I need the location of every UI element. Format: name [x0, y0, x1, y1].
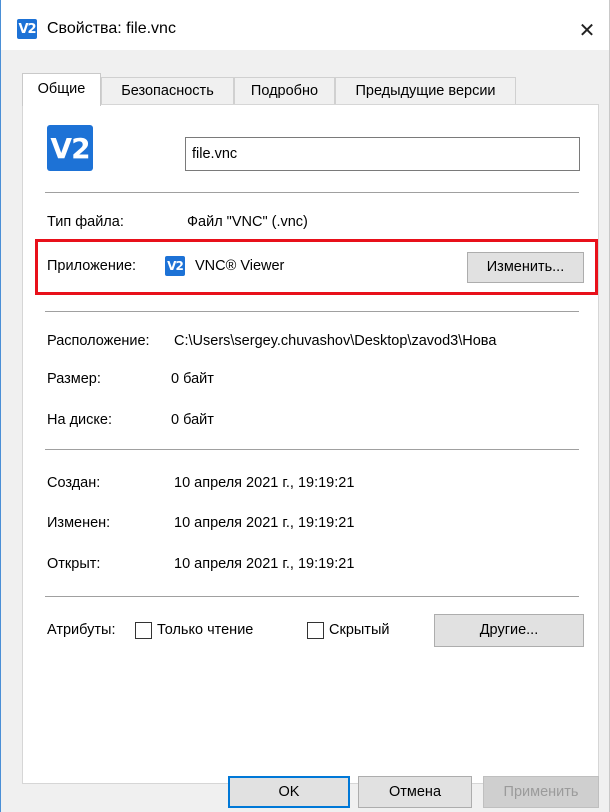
separator: [45, 449, 579, 450]
close-button[interactable]: ✕: [567, 16, 607, 44]
file-type-value: Файл "VNC" (.vnc): [187, 214, 308, 230]
application-value: VNC® Viewer: [195, 258, 285, 274]
attributes-label: Атрибуты:: [47, 622, 116, 638]
ok-button[interactable]: OK: [228, 776, 350, 808]
location-label: Расположение:: [47, 333, 150, 349]
separator: [45, 596, 579, 597]
apply-button[interactable]: Применить: [483, 776, 599, 808]
cancel-button[interactable]: Отмена: [358, 776, 472, 808]
readonly-checkbox[interactable]: [135, 622, 152, 639]
readonly-label: Только чтение: [157, 622, 254, 638]
vnc-file-icon: V2: [47, 125, 93, 171]
vnc-viewer-icon: V2: [165, 256, 185, 276]
separator: [45, 192, 579, 193]
tab-general[interactable]: Общие: [22, 73, 101, 106]
size-label: Размер:: [47, 371, 101, 387]
tab-security[interactable]: Безопасность: [101, 77, 234, 104]
accessed-label: Открыт:: [47, 556, 101, 572]
modified-value: 10 апреля 2021 г., 19:19:21: [174, 515, 355, 531]
file-name-input[interactable]: [185, 137, 580, 171]
on-disk-value: 0 байт: [171, 412, 214, 428]
file-type-label: Тип файла:: [47, 214, 124, 230]
tab-previous-versions[interactable]: Предыдущие версии: [335, 77, 516, 104]
other-attributes-button[interactable]: Другие...: [434, 614, 584, 647]
size-value: 0 байт: [171, 371, 214, 387]
modified-label: Изменен:: [47, 515, 111, 531]
title-bar[interactable]: V2 Свойства: file.vnc ✕: [1, 0, 609, 50]
hidden-label: Скрытый: [329, 622, 390, 638]
vnc-logo-icon: V2: [17, 19, 37, 39]
window-title: Свойства: file.vnc: [47, 20, 176, 37]
tab-details[interactable]: Подробно: [234, 77, 335, 104]
accessed-value: 10 апреля 2021 г., 19:19:21: [174, 556, 355, 572]
general-tab-panel: [22, 104, 599, 784]
created-value: 10 апреля 2021 г., 19:19:21: [174, 475, 355, 491]
separator: [45, 311, 579, 312]
hidden-checkbox[interactable]: [307, 622, 324, 639]
location-value: C:\Users\sergey.chuvashov\Desktop\zavod3…: [174, 333, 497, 349]
application-label: Приложение:: [47, 258, 137, 274]
on-disk-label: На диске:: [47, 412, 112, 428]
properties-window: V2 Свойства: file.vnc ✕ Общие Безопаснос…: [0, 0, 610, 812]
created-label: Создан:: [47, 475, 101, 491]
change-app-button[interactable]: Изменить...: [467, 252, 584, 283]
